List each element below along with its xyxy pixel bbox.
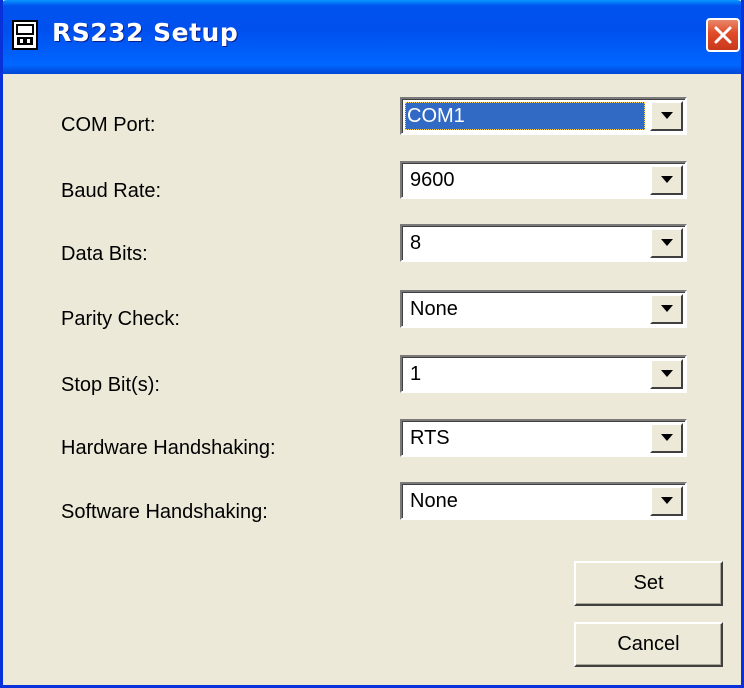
- rs232-setup-dialog: RS232 Setup COM Port: COM1 Baud Rate: 96…: [0, 0, 744, 688]
- baud-rate-select[interactable]: 9600: [400, 161, 687, 199]
- data-bits-select[interactable]: 8: [400, 224, 687, 262]
- window-title: RS232 Setup: [52, 18, 239, 47]
- stop-bits-value: 1: [410, 363, 422, 385]
- chevron-down-icon[interactable]: [650, 101, 683, 131]
- chevron-down-icon[interactable]: [650, 423, 683, 453]
- baud-rate-value: 9600: [410, 169, 455, 191]
- stop-bits-select[interactable]: 1: [400, 355, 687, 393]
- parity-check-label: Parity Check:: [61, 308, 180, 330]
- com-port-label: COM Port:: [61, 114, 156, 136]
- data-bits-value: 8: [410, 232, 422, 254]
- title-bar[interactable]: RS232 Setup: [3, 0, 741, 74]
- serial-device-icon: [12, 20, 38, 50]
- chevron-down-icon[interactable]: [650, 228, 683, 258]
- software-handshaking-value: None: [410, 490, 458, 512]
- baud-rate-label: Baud Rate:: [61, 180, 162, 202]
- hardware-handshaking-value: RTS: [410, 427, 450, 449]
- close-button[interactable]: [706, 18, 740, 52]
- close-icon: [714, 26, 732, 44]
- chevron-down-icon[interactable]: [650, 165, 683, 195]
- parity-check-select[interactable]: None: [400, 290, 687, 328]
- software-handshaking-select[interactable]: None: [400, 482, 687, 520]
- chevron-down-icon[interactable]: [650, 294, 683, 324]
- com-port-select[interactable]: COM1: [400, 97, 687, 135]
- hardware-handshaking-label: Hardware Handshaking:: [61, 437, 276, 459]
- stop-bits-label: Stop Bit(s):: [61, 374, 160, 396]
- com-port-value: COM1: [405, 102, 645, 130]
- set-button[interactable]: Set: [574, 561, 723, 606]
- parity-check-value: None: [410, 298, 458, 320]
- software-handshaking-label: Software Handshaking:: [61, 501, 268, 523]
- chevron-down-icon[interactable]: [650, 359, 683, 389]
- cancel-button[interactable]: Cancel: [574, 622, 723, 667]
- hardware-handshaking-select[interactable]: RTS: [400, 419, 687, 457]
- chevron-down-icon[interactable]: [650, 486, 683, 516]
- data-bits-label: Data Bits:: [61, 243, 148, 265]
